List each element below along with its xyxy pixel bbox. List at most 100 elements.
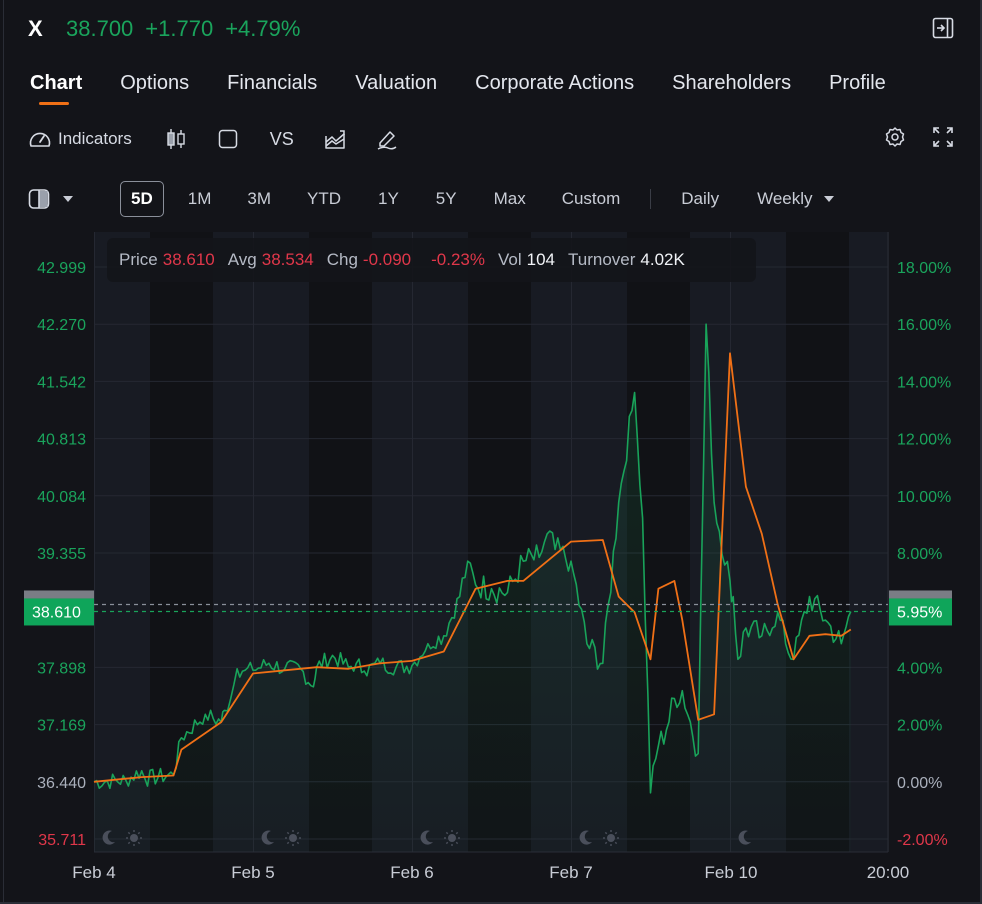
chart-toolbar: Indicators VS — [28, 126, 398, 152]
left-axis-tick-label: 35.711 — [38, 832, 86, 849]
sun-ray — [286, 841, 290, 845]
info-price-value: 38.610 — [162, 250, 215, 269]
range-5y[interactable]: 5Y — [436, 183, 457, 215]
sun-icon — [289, 834, 297, 842]
left-axis-tick-label: 36.440 — [37, 775, 86, 792]
x-axis-tick-label: Feb 7 — [549, 863, 592, 882]
fullscreen-icon — [933, 127, 953, 147]
chevron-down-icon — [823, 196, 834, 202]
afterhours-band — [849, 232, 889, 852]
gauge-icon — [29, 132, 51, 147]
sun-ray — [604, 831, 608, 835]
tab-shareholders[interactable]: Shareholders — [672, 72, 791, 105]
vs-label: VS — [269, 128, 294, 149]
sun-ray — [455, 841, 459, 845]
range-ytd[interactable]: YTD — [307, 183, 341, 215]
range-3m[interactable]: 3M — [247, 183, 271, 215]
crosshair-info-box: Price 38.610 Avg 38.534 Chg -0.090 -0.23… — [107, 238, 756, 282]
sun-ray — [296, 831, 300, 835]
premarket-band — [94, 232, 150, 852]
sun-ray — [286, 831, 290, 835]
info-turnover-value: 4.02K — [640, 250, 685, 269]
left-axis-tick-label: 39.355 — [37, 546, 86, 563]
fullscreen-button[interactable] — [932, 126, 954, 148]
quote-header: X 38.700 +1.770 +4.79% — [28, 14, 300, 44]
range-custom[interactable]: Custom — [562, 183, 621, 215]
indicators-button[interactable]: Indicators — [28, 128, 132, 150]
left-axis-tick-label: 41.542 — [37, 374, 86, 391]
tab-valuation[interactable]: Valuation — [355, 72, 437, 105]
price-chart[interactable]: 42.999 42.270 41.542 40.813 40.084 39.355 37.8… — [0, 228, 982, 904]
candlestick-icon — [167, 129, 185, 149]
layout-square-button[interactable] — [218, 129, 238, 149]
right-axis-tick-label: 12.00% — [897, 432, 951, 449]
sun-ray — [127, 831, 131, 835]
x-axis-tick-label: Feb 10 — [705, 863, 758, 882]
info-turnover-label: Turnover — [568, 250, 636, 269]
right-axis-tick-label: 10.00% — [897, 489, 951, 506]
split-layout-icon — [28, 189, 50, 209]
left-axis-tick-label: 40.084 — [37, 489, 86, 506]
info-vol-value: 104 — [526, 250, 556, 269]
tab-options[interactable]: Options — [120, 72, 189, 105]
compare-chart-button[interactable] — [324, 128, 346, 150]
collapse-panel-icon — [932, 17, 954, 39]
tab-profile[interactable]: Profile — [829, 72, 886, 105]
sun-ray — [614, 831, 618, 835]
ticker-symbol: X — [28, 16, 43, 41]
range-1y[interactable]: 1Y — [378, 183, 399, 215]
chart-type-button[interactable] — [166, 128, 186, 150]
info-chg-value: -0.090 — [362, 250, 412, 269]
tab-corporate-actions[interactable]: Corporate Actions — [475, 72, 634, 105]
settings-gear-icon — [885, 127, 905, 147]
chart-toolbar-right — [884, 126, 954, 148]
sun-icon — [607, 834, 615, 842]
x-axis-tick-label: Feb 6 — [390, 863, 433, 882]
right-axis-tick-label: 18.00% — [897, 260, 951, 277]
range-1m[interactable]: 1M — [188, 183, 212, 215]
info-price-label: Price — [119, 250, 158, 269]
prev-price-tag-strip — [24, 590, 94, 599]
sun-ray — [137, 841, 141, 845]
left-axis-tick-label: 42.270 — [37, 317, 86, 334]
right-axis-tick-label: 0.00% — [897, 775, 942, 792]
chart-settings-button[interactable] — [884, 126, 906, 148]
range-max[interactable]: Max — [494, 183, 526, 215]
left-axis-tick-label: 40.813 — [37, 432, 86, 449]
current-pct-tag-label: 5.95% — [897, 604, 942, 621]
price-change-percent: +4.79% — [225, 16, 301, 41]
range-selector: 5D 1M 3M YTD 1Y 5Y Max Custom Daily Week… — [28, 181, 835, 217]
right-axis-tick-label: 4.00% — [897, 660, 942, 677]
tab-financials[interactable]: Financials — [227, 72, 317, 105]
right-axis-tick-label: 8.00% — [897, 546, 942, 563]
last-price: 38.700 — [66, 16, 134, 41]
chart-layout-dropdown[interactable] — [28, 188, 74, 210]
right-axis-tick-label: 2.00% — [897, 718, 942, 735]
range-5d[interactable]: 5D — [120, 181, 164, 217]
tab-chart[interactable]: Chart — [30, 72, 82, 105]
sun-ray — [604, 841, 608, 845]
x-axis-tick-label: 20:00 — [867, 863, 910, 882]
range-divider — [650, 189, 652, 209]
info-chg-label: Chg — [326, 250, 358, 269]
sun-ray — [137, 831, 141, 835]
left-axis-tick-label: 42.999 — [37, 260, 86, 277]
sun-ray — [445, 831, 449, 835]
info-chg-percent: -0.23% — [431, 250, 485, 269]
interval-daily[interactable]: Daily — [681, 183, 719, 215]
interval-weekly-dropdown[interactable]: Weekly — [757, 183, 834, 215]
compare-vs-button[interactable]: VS — [270, 129, 294, 150]
sun-icon — [130, 834, 138, 842]
sun-ray — [614, 841, 618, 845]
draw-button[interactable] — [376, 128, 398, 150]
interval-weekly-label: Weekly — [757, 189, 813, 208]
info-avg-value: 38.534 — [261, 250, 314, 269]
x-axis-tick-label: Feb 5 — [231, 863, 274, 882]
x-axis-tick-label: Feb 4 — [72, 863, 115, 882]
current-price-tag-label: 38.610 — [32, 604, 81, 621]
collapse-panel-button[interactable] — [932, 17, 954, 39]
price-change: +1.770 — [145, 16, 214, 41]
sun-ray — [296, 841, 300, 845]
prev-pct-tag-strip — [889, 590, 952, 599]
chart-canvas[interactable]: 42.999 42.270 41.542 40.813 40.084 39.355 37.8… — [0, 228, 982, 904]
